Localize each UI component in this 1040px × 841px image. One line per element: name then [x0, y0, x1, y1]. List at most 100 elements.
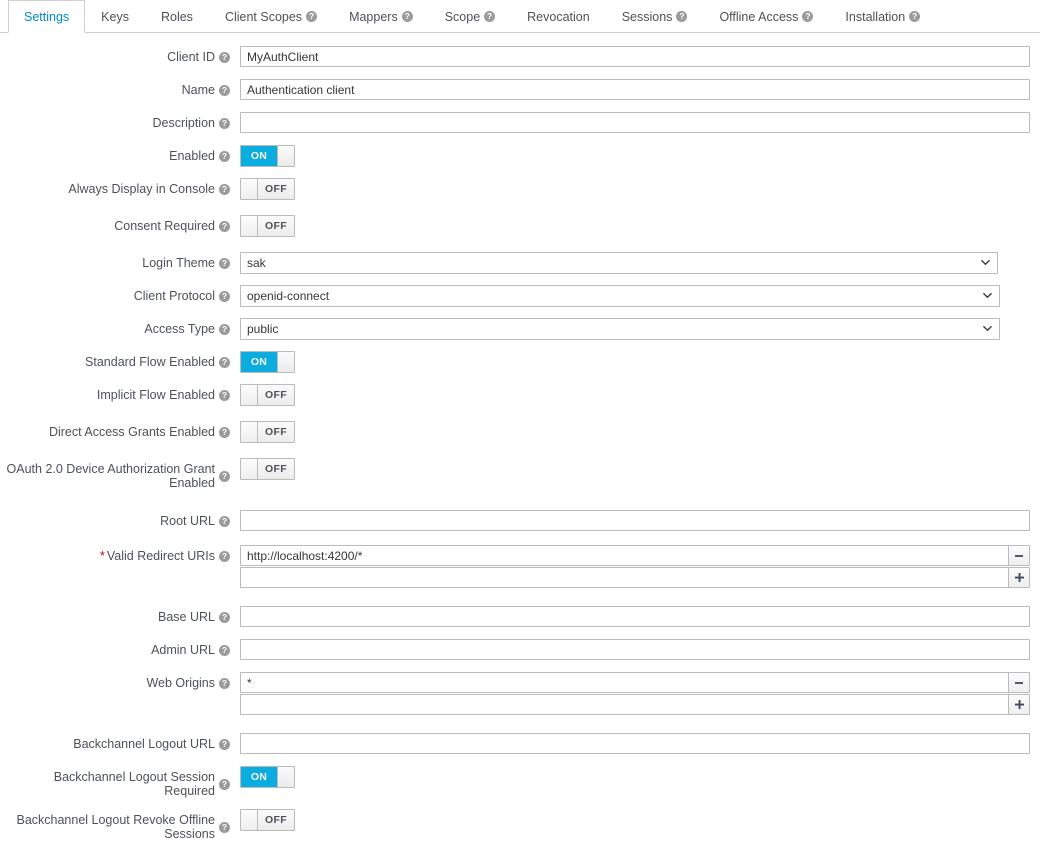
- tab-roles[interactable]: Roles: [145, 0, 209, 32]
- add-web-origin-button[interactable]: [1008, 694, 1030, 715]
- form-row-name: Name: [0, 79, 1040, 101]
- remove-valid-redirect-uri-button[interactable]: [1008, 545, 1030, 566]
- tab-keys[interactable]: Keys: [85, 0, 145, 32]
- tab-label: Scope: [444, 9, 481, 24]
- access-type-select[interactable]: public: [240, 318, 1000, 340]
- help-circle-icon[interactable]: [802, 11, 814, 22]
- help-circle-icon[interactable]: [484, 11, 496, 22]
- label-backchannel-session-required: Backchannel Logout Session Required: [0, 766, 240, 798]
- help-circle-icon[interactable]: [219, 389, 230, 401]
- help-circle-icon[interactable]: [219, 821, 230, 833]
- add-valid-redirect-uri-button[interactable]: [1008, 567, 1030, 588]
- help-circle-icon[interactable]: [219, 550, 230, 562]
- description-input[interactable]: [240, 112, 1030, 133]
- form-row-login-theme: Login Theme sak: [0, 252, 1040, 274]
- label-client-protocol: Client Protocol: [0, 285, 240, 303]
- help-circle-icon[interactable]: [676, 11, 688, 22]
- backchannel-revoke-offline-toggle[interactable]: OFF: [240, 809, 295, 831]
- web-origin-input[interactable]: [240, 694, 1008, 715]
- help-circle-icon[interactable]: [219, 183, 230, 195]
- backchannel-session-required-toggle[interactable]: ON: [240, 766, 295, 788]
- toggle-knob: [241, 179, 258, 199]
- label-text: Client ID: [167, 50, 215, 64]
- help-circle-icon[interactable]: [219, 323, 230, 335]
- select-value: sak: [247, 256, 266, 270]
- always-display-toggle[interactable]: OFF: [240, 178, 295, 200]
- label-direct-access-grants: Direct Access Grants Enabled: [0, 421, 240, 439]
- tab-client-scopes[interactable]: Client Scopes: [209, 0, 333, 32]
- standard-flow-toggle[interactable]: ON: [240, 351, 295, 373]
- form-row-backchannel-logout-url: Backchannel Logout URL: [0, 733, 1040, 755]
- control-login-theme: sak: [240, 252, 1040, 274]
- help-circle-icon[interactable]: [219, 220, 230, 232]
- label-access-type: Access Type: [0, 318, 240, 336]
- help-circle-icon[interactable]: [219, 515, 230, 527]
- tab-mappers[interactable]: Mappers: [333, 0, 429, 32]
- help-circle-icon[interactable]: [219, 426, 230, 438]
- form-row-consent-required: Consent Required OFF: [0, 215, 1040, 241]
- label-text: Always Display in Console: [68, 182, 215, 196]
- help-circle-icon[interactable]: [401, 11, 413, 22]
- help-circle-icon[interactable]: [219, 51, 230, 63]
- implicit-flow-toggle[interactable]: OFF: [240, 384, 295, 406]
- help-circle-icon[interactable]: [219, 150, 230, 162]
- base-url-input[interactable]: [240, 606, 1030, 627]
- help-circle-icon[interactable]: [306, 11, 318, 22]
- plus-icon: [1014, 700, 1024, 709]
- control-admin-url: [240, 639, 1040, 660]
- label-login-theme: Login Theme: [0, 252, 240, 270]
- enabled-toggle[interactable]: ON: [240, 145, 295, 167]
- label-text: Enabled: [169, 149, 215, 163]
- tab-sessions[interactable]: Sessions: [606, 0, 704, 32]
- help-circle-icon[interactable]: [219, 778, 230, 790]
- label-client-id: Client ID: [0, 46, 240, 64]
- help-circle-icon[interactable]: [219, 257, 230, 269]
- form-row-admin-url: Admin URL: [0, 639, 1040, 661]
- name-input[interactable]: [240, 79, 1030, 100]
- admin-url-input[interactable]: [240, 639, 1030, 660]
- valid-redirect-uri-input[interactable]: [240, 567, 1008, 588]
- tab-label: Client Scopes: [224, 9, 303, 24]
- label-device-grant: OAuth 2.0 Device Authorization Grant Ena…: [0, 458, 240, 490]
- help-circle-icon[interactable]: [219, 117, 230, 129]
- direct-access-grants-toggle[interactable]: OFF: [240, 421, 295, 443]
- control-device-grant: OFF: [240, 458, 1040, 484]
- form-row-description: Description: [0, 112, 1040, 134]
- tab-revocation[interactable]: Revocation: [511, 0, 606, 32]
- backchannel-logout-url-input[interactable]: [240, 733, 1030, 754]
- login-theme-select[interactable]: sak: [240, 252, 998, 274]
- consent-required-toggle[interactable]: OFF: [240, 215, 295, 237]
- valid-redirect-uri-input[interactable]: [240, 545, 1008, 566]
- client-id-input[interactable]: [240, 46, 1030, 67]
- remove-web-origin-button[interactable]: [1008, 672, 1030, 693]
- toggle-knob: [241, 810, 258, 830]
- label-text: Name: [181, 83, 215, 97]
- root-url-input[interactable]: [240, 510, 1030, 531]
- help-circle-icon[interactable]: [219, 356, 230, 368]
- form-row-implicit-flow: Implicit Flow Enabled OFF: [0, 384, 1040, 410]
- help-circle-icon[interactable]: [219, 677, 230, 689]
- tab-settings[interactable]: Settings: [8, 0, 86, 33]
- help-circle-icon[interactable]: [219, 644, 230, 656]
- control-description: [240, 112, 1040, 133]
- control-enabled: ON: [240, 145, 1040, 167]
- device-grant-toggle[interactable]: OFF: [240, 458, 295, 480]
- help-circle-icon[interactable]: [219, 290, 230, 302]
- help-circle-icon[interactable]: [219, 84, 230, 96]
- web-origin-input[interactable]: [240, 672, 1008, 693]
- help-circle-icon[interactable]: [219, 738, 230, 750]
- tab-scope[interactable]: Scope: [429, 0, 511, 32]
- tab-installation[interactable]: Installation: [829, 0, 936, 32]
- tab-offline-access[interactable]: Offline Access: [703, 0, 829, 32]
- label-implicit-flow: Implicit Flow Enabled: [0, 384, 240, 402]
- label-standard-flow: Standard Flow Enabled: [0, 351, 240, 369]
- help-circle-icon[interactable]: [219, 470, 230, 482]
- client-protocol-select[interactable]: openid-connect: [240, 285, 1000, 307]
- help-circle-icon[interactable]: [909, 11, 921, 22]
- help-circle-icon[interactable]: [219, 611, 230, 623]
- toggle-knob: [277, 767, 294, 787]
- label-valid-redirect-uris: * Valid Redirect URIs: [0, 545, 240, 563]
- valid-redirect-uri-row: [240, 545, 1030, 566]
- tab-label: Settings: [24, 9, 70, 24]
- label-text: Backchannel Logout Session Required: [53, 770, 215, 798]
